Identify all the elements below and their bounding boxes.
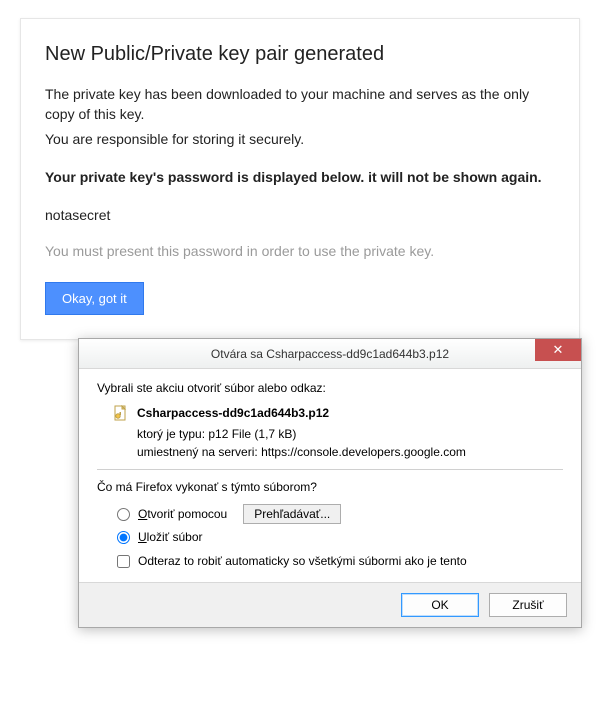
open-with-row: Otvoriť pomocou Prehľadávať... — [117, 504, 563, 524]
file-location-row: umiestnený na serveri: https://console.d… — [137, 445, 563, 459]
open-with-label[interactable]: Otvoriť pomocou — [138, 507, 227, 521]
dialog-titlebar: Otvára sa Csharpaccess-dd9c1ad644b3.p12 … — [79, 339, 581, 369]
card-line2: You are responsible for storing it secur… — [45, 129, 555, 149]
file-row: Csharpaccess-dd9c1ad644b3.p12 — [113, 405, 563, 421]
auto-row: Odteraz to robiť automaticky so všetkými… — [117, 554, 563, 568]
dialog-body: Vybrali ste akciu otvoriť súbor alebo od… — [79, 369, 581, 582]
key-generated-card: New Public/Private key pair generated Th… — [20, 18, 580, 340]
dialog-question: Čo má Firefox vykonať s týmto súborom? — [97, 480, 563, 494]
file-type-value: p12 File (1,7 kB) — [208, 427, 296, 441]
card-line1: The private key has been downloaded to y… — [45, 84, 555, 125]
okay-got-it-button[interactable]: Okay, got it — [45, 282, 144, 315]
browse-button[interactable]: Prehľadávať... — [243, 504, 341, 524]
save-file-label[interactable]: Uložiť súbor — [138, 530, 203, 544]
close-icon: ✕ — [553, 342, 564, 358]
save-file-row: Uložiť súbor — [117, 530, 563, 544]
dialog-title: Otvára sa Csharpaccess-dd9c1ad644b3.p12 — [211, 347, 449, 361]
save-file-radio[interactable] — [117, 531, 130, 544]
download-dialog: Otvára sa Csharpaccess-dd9c1ad644b3.p12 … — [78, 338, 582, 628]
card-paragraph: The private key has been downloaded to y… — [45, 84, 555, 149]
dialog-footer: OK Zrušiť — [79, 582, 581, 627]
auto-checkbox[interactable] — [117, 555, 130, 568]
password-value: notasecret — [45, 205, 555, 225]
separator — [97, 469, 563, 470]
ok-button[interactable]: OK — [401, 593, 479, 617]
card-title: New Public/Private key pair generated — [45, 43, 555, 66]
dialog-intro: Vybrali ste akciu otvoriť súbor alebo od… — [97, 381, 563, 395]
auto-label[interactable]: Odteraz to robiť automaticky so všetkými… — [138, 554, 467, 568]
file-icon — [113, 405, 129, 421]
card-warning: Your private key's password is displayed… — [45, 167, 555, 187]
file-type-row: ktorý je typu: p12 File (1,7 kB) — [137, 427, 563, 441]
close-button[interactable]: ✕ — [535, 339, 581, 361]
file-location-value: https://console.developers.google.com — [261, 445, 466, 459]
open-with-radio[interactable] — [117, 508, 130, 521]
file-location-label: umiestnený na serveri: — [137, 445, 258, 459]
file-type-label: ktorý je typu: — [137, 427, 205, 441]
file-name: Csharpaccess-dd9c1ad644b3.p12 — [137, 406, 329, 420]
card-muted-note: You must present this password in order … — [45, 241, 555, 261]
cancel-button[interactable]: Zrušiť — [489, 593, 567, 617]
